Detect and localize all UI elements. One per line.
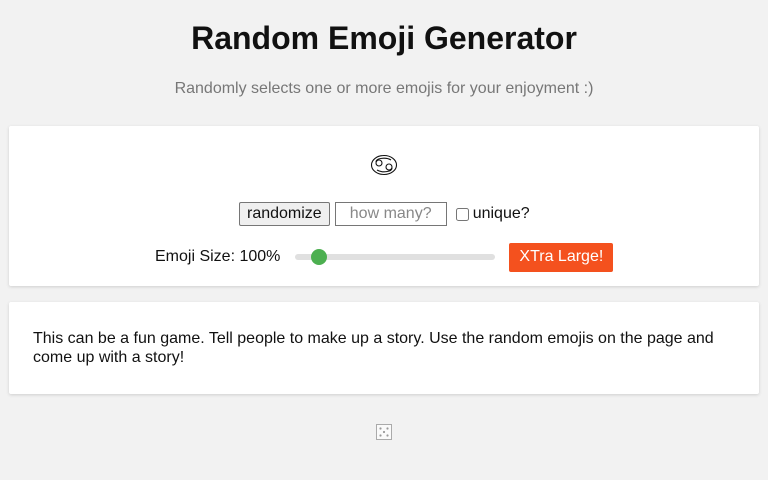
controls-row: randomize unique?	[239, 202, 530, 226]
emoji-size-slider[interactable]	[295, 248, 496, 266]
emoji-size-label: Emoji Size: 100%	[155, 248, 281, 265]
unique-label: unique?	[472, 205, 530, 222]
page: Random Emoji Generator Randomly selects …	[0, 0, 768, 480]
info-text: This can be a fun game. Tell people to m…	[33, 330, 714, 366]
unique-option[interactable]: unique?	[455, 205, 530, 223]
info-card: This can be a fun game. Tell people to m…	[9, 302, 759, 394]
emoji-size-row: Emoji Size: 100% XTra Large!	[155, 242, 614, 272]
slider-thumb[interactable]	[311, 249, 328, 265]
emoji-display	[9, 150, 759, 180]
generator-card: randomize unique? Emoji Size: 100% XTra …	[9, 126, 759, 286]
how-many-input[interactable]	[334, 202, 447, 226]
xtra-large-button[interactable]: XTra Large!	[509, 242, 614, 272]
page-subtitle: Randomly selects one or more emojis for …	[174, 80, 594, 97]
page-title: Random Emoji Generator	[191, 20, 577, 56]
cancer-zodiac-icon	[370, 154, 398, 176]
unique-checkbox[interactable]	[455, 207, 469, 221]
randomize-button[interactable]: randomize	[239, 202, 330, 226]
dice-icon[interactable]	[376, 424, 392, 440]
